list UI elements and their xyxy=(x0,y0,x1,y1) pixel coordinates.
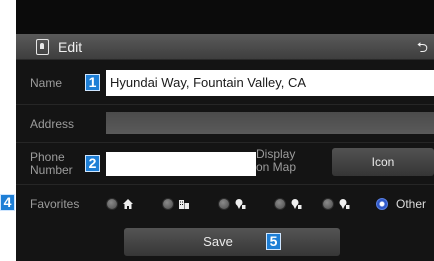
pin-3-icon xyxy=(339,199,350,209)
page-frame: 4 Edit ⮌ Name 1 Hyundai Way, Fountain Va… xyxy=(0,0,434,261)
callout-1: 1 xyxy=(85,74,100,91)
head-unit-screen: Edit ⮌ Name 1 Hyundai Way, Fountain Vall… xyxy=(16,0,434,261)
save-button[interactable]: Save xyxy=(124,228,340,256)
radio-home[interactable] xyxy=(106,198,118,210)
row-divider xyxy=(16,184,434,185)
radio-building[interactable] xyxy=(162,198,174,210)
pin-2-icon xyxy=(291,199,302,209)
name-label: Name xyxy=(30,76,63,90)
page-title: Edit xyxy=(58,39,83,55)
favorites-label: Favorites xyxy=(30,197,80,211)
document-icon xyxy=(36,39,49,55)
radio-other[interactable] xyxy=(376,198,388,210)
display-on-map-label: Display on Map xyxy=(256,148,296,174)
row-divider xyxy=(16,104,434,105)
building-icon xyxy=(179,200,189,209)
top-strip xyxy=(16,0,434,34)
radio-pin-2[interactable] xyxy=(274,198,286,210)
phone-label-line1: Phone xyxy=(30,150,65,164)
favorites-row: Favorites Other xyxy=(16,192,434,216)
display-label-line2: on Map xyxy=(256,160,297,174)
callout-5: 5 xyxy=(266,233,281,250)
other-label: Other xyxy=(396,197,427,211)
pin-1-icon xyxy=(235,199,246,209)
address-field[interactable] xyxy=(106,112,434,134)
icon-button[interactable]: Icon xyxy=(332,148,434,176)
name-field[interactable]: Hyundai Way, Fountain Valley, CA xyxy=(106,70,434,96)
phone-number-field[interactable] xyxy=(106,152,256,176)
radio-pin-1[interactable] xyxy=(218,198,230,210)
callout-4: 4 xyxy=(0,194,15,211)
back-arrow-icon[interactable]: ⮌ xyxy=(417,40,428,54)
home-icon xyxy=(123,199,133,209)
phone-label-line2: Number xyxy=(30,163,73,177)
radio-pin-3[interactable] xyxy=(322,198,334,210)
title-bar: Edit ⮌ xyxy=(16,34,434,60)
row-divider xyxy=(16,142,434,143)
display-label-line1: Display xyxy=(256,147,296,161)
address-label: Address xyxy=(30,117,75,131)
callout-2: 2 xyxy=(85,155,100,172)
